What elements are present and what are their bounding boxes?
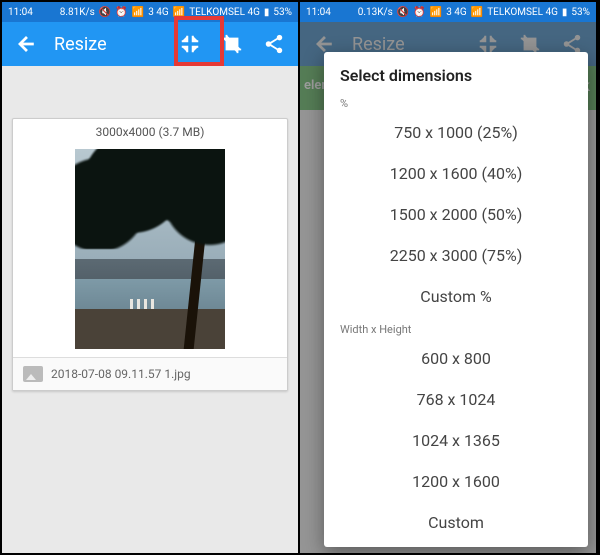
dim-option[interactable]: 1500 x 2000 (50%) bbox=[324, 194, 588, 235]
share-icon[interactable] bbox=[260, 30, 288, 58]
photo-thumbnail bbox=[75, 149, 225, 349]
dim-option[interactable]: 1200 x 1600 (40%) bbox=[324, 153, 588, 194]
dim-option[interactable]: 600 x 800 bbox=[324, 338, 588, 379]
signal-icon: 📶 bbox=[173, 7, 185, 18]
alarm-icon: ⏰ bbox=[115, 7, 127, 18]
dim-option[interactable]: 2250 x 3000 (75%) bbox=[324, 235, 588, 276]
status-time: 11:04 bbox=[306, 7, 331, 18]
dim-option-custom-percent[interactable]: Custom % bbox=[324, 276, 588, 317]
dialog-section-percent: % bbox=[324, 91, 588, 112]
crop-icon[interactable] bbox=[218, 30, 246, 58]
image-filename-row: 2018-07-08 09.11.57 1.jpg bbox=[13, 357, 287, 390]
dialog-title: Select dimensions bbox=[324, 66, 588, 91]
alarm-icon: ⏰ bbox=[413, 7, 425, 18]
resize-fit-icon[interactable] bbox=[176, 30, 204, 58]
dim-option-1024x1365[interactable]: 1024 x 1365 bbox=[324, 420, 588, 461]
dialog-section-more: More dimensions bbox=[324, 543, 588, 547]
mute-icon: 🔇 bbox=[99, 7, 111, 18]
status-time: 11:04 bbox=[8, 7, 33, 18]
signal-icon: 📶 bbox=[471, 7, 483, 18]
right-screenshot: 11:04 0.13K/s 🔇 ⏰ 📶 3 4G 📶 TELKOMSEL 4G … bbox=[300, 2, 598, 553]
battery-icon: ▮ bbox=[264, 7, 270, 18]
status-indicators: 8.81K/s 🔇 ⏰ 📶 3 4G 📶 TELKOMSEL 4G ▮ 53% bbox=[60, 7, 292, 18]
dim-option[interactable]: 1200 x 1600 bbox=[324, 461, 588, 502]
signal-icon: 📶 bbox=[132, 7, 144, 18]
image-preview[interactable] bbox=[13, 145, 287, 357]
image-card: 3000x4000 (3.7 MB) 2018-07-08 09.11.57 1… bbox=[12, 118, 288, 391]
back-button[interactable] bbox=[12, 30, 40, 58]
image-filename: 2018-07-08 09.11.57 1.jpg bbox=[51, 367, 191, 381]
status-indicators: 0.13K/s 🔇 ⏰ 📶 3 4G 📶 TELKOMSEL 4G ▮ 53% bbox=[358, 7, 590, 18]
page-title: Resize bbox=[54, 34, 162, 55]
dim-option[interactable]: 768 x 1024 bbox=[324, 379, 588, 420]
status-bar: 11:04 0.13K/s 🔇 ⏰ 📶 3 4G 📶 TELKOMSEL 4G … bbox=[300, 2, 596, 22]
status-bar: 11:04 8.81K/s 🔇 ⏰ 📶 3 4G 📶 TELKOMSEL 4G … bbox=[2, 2, 298, 22]
signal-icon: 📶 bbox=[430, 7, 442, 18]
app-bar: Resize bbox=[2, 22, 298, 66]
left-screenshot: 11:04 8.81K/s 🔇 ⏰ 📶 3 4G 📶 TELKOMSEL 4G … bbox=[2, 2, 300, 553]
image-file-icon bbox=[23, 366, 43, 382]
dialog-section-wh: Width x Height bbox=[324, 317, 588, 338]
battery-icon: ▮ bbox=[562, 7, 568, 18]
dim-option[interactable]: 750 x 1000 (25%) bbox=[324, 112, 588, 153]
dim-option-custom[interactable]: Custom bbox=[324, 502, 588, 543]
dimensions-dialog: Select dimensions % 750 x 1000 (25%) 120… bbox=[324, 52, 588, 547]
mute-icon: 🔇 bbox=[397, 7, 409, 18]
image-dimensions-label: 3000x4000 (3.7 MB) bbox=[13, 119, 287, 145]
